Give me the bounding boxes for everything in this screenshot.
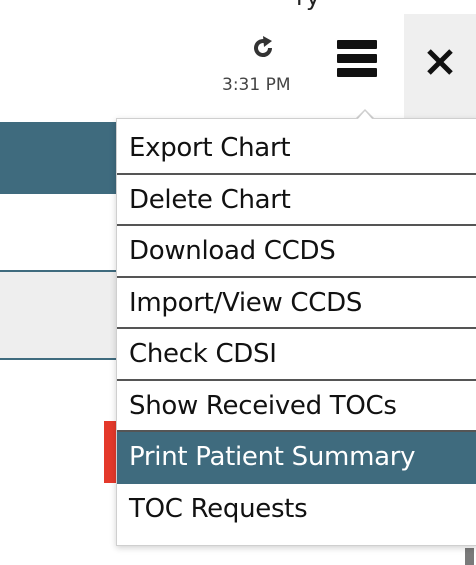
divider xyxy=(0,358,118,360)
menu-item-check-cdsi[interactable]: Check CDSI xyxy=(117,329,476,381)
hamburger-menu-icon[interactable] xyxy=(337,36,385,84)
close-icon[interactable] xyxy=(410,32,470,92)
menu-item-toc-requests[interactable]: TOC Requests xyxy=(117,484,476,536)
menu-item-print-patient-summary[interactable]: Print Patient Summary xyxy=(117,432,476,484)
app-screen: ry 3:31 PM Export Chart Delete Chart Dow… xyxy=(0,0,476,565)
options-dropdown-menu: Export Chart Delete Chart Download CCDS … xyxy=(116,118,476,546)
menu-item-show-received-tocs[interactable]: Show Received TOCs xyxy=(117,381,476,432)
menu-item-export-chart[interactable]: Export Chart xyxy=(117,123,476,175)
dropdown-caret-fill xyxy=(357,111,373,120)
scrollbar-thumb[interactable] xyxy=(465,548,474,565)
clock-time: 3:31 PM xyxy=(222,75,291,95)
menu-item-delete-chart[interactable]: Delete Chart xyxy=(117,175,476,226)
menu-item-download-ccds[interactable]: Download CCDS xyxy=(117,226,476,278)
page-header-bar xyxy=(0,122,118,194)
page-panel xyxy=(0,272,118,359)
menu-item-import-view-ccds[interactable]: Import/View CCDS xyxy=(117,278,476,329)
page-heading-fragment: ry xyxy=(296,0,320,11)
refresh-icon[interactable] xyxy=(250,35,276,61)
alert-marker xyxy=(104,421,116,483)
